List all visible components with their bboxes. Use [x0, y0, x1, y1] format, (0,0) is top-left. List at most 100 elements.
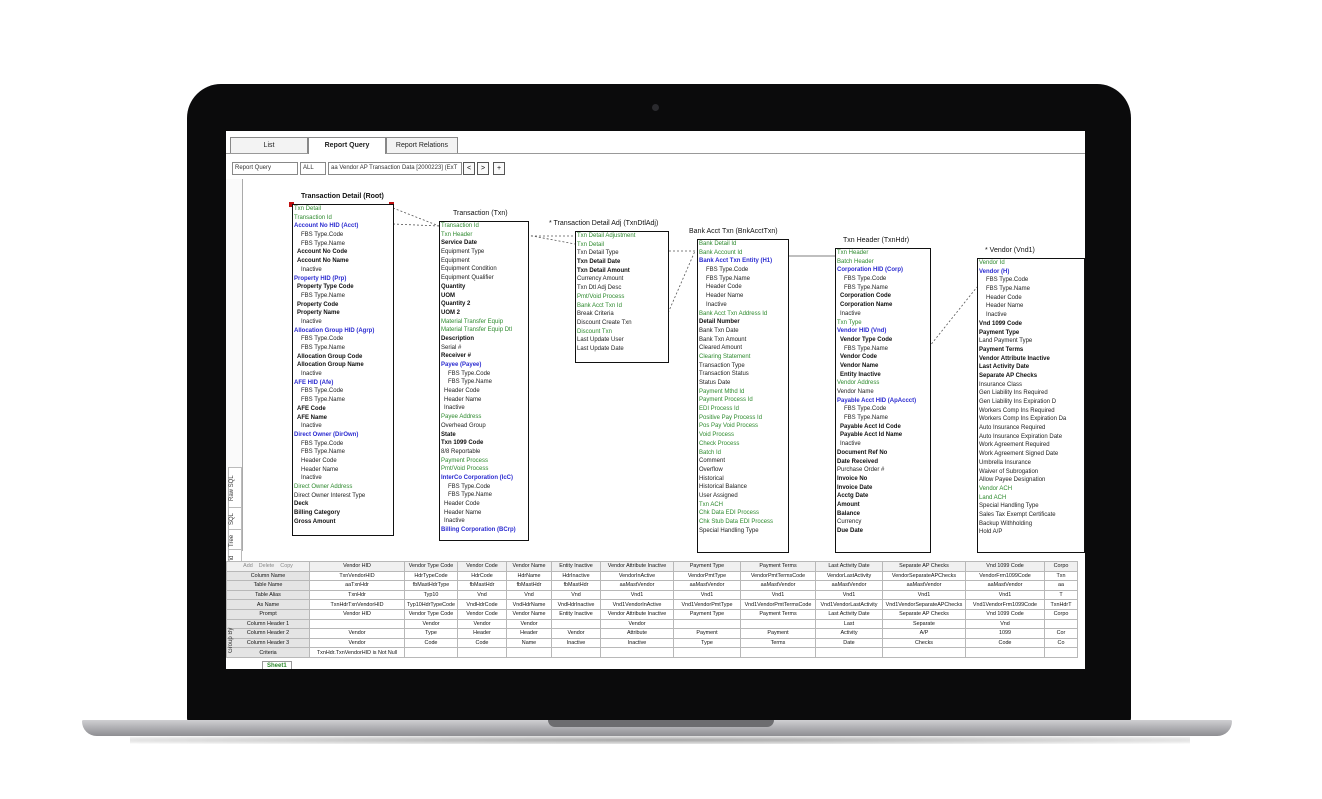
grid-cell[interactable]: Vendor	[404, 618, 458, 630]
entity-field[interactable]: Vendor Attribute Inactive	[978, 355, 1084, 364]
entity-field[interactable]: Gen Liability Ins Required	[978, 389, 1084, 398]
grid-cell[interactable]: Terms	[740, 637, 816, 649]
entity-field[interactable]: Vendor (H)	[978, 268, 1084, 277]
entity-field[interactable]: Payment Terms	[978, 346, 1084, 355]
entity-field[interactable]: Receiver #	[440, 352, 528, 361]
entity-field[interactable]: FBS Type.Code	[440, 370, 528, 379]
entity-field[interactable]: Hold A/P	[978, 528, 1084, 537]
grid-cell[interactable]: VendorSeparateAPChecks	[882, 570, 966, 582]
entity-field[interactable]: Insurance Class	[978, 381, 1084, 390]
grid-cell[interactable]: Vendor Code	[457, 608, 507, 620]
entity-field[interactable]: Header Code	[698, 283, 788, 292]
entity-field[interactable]: Pos Pay Void Process	[698, 422, 788, 431]
entity-field[interactable]: Comment	[698, 457, 788, 466]
entity-field[interactable]: Gross Amount	[293, 518, 393, 527]
grid-cell[interactable]: Separate	[882, 618, 966, 630]
entity-field[interactable]: Inactive	[440, 517, 528, 526]
entity-field[interactable]: Txn Type	[836, 319, 930, 328]
grid-cell[interactable]: A/P	[882, 628, 966, 639]
grid-cell[interactable]: VndHdrName	[506, 599, 552, 610]
grid-cell[interactable]	[815, 647, 883, 658]
entity-field[interactable]: AFE Name	[293, 414, 393, 423]
grid-cell[interactable]	[965, 647, 1045, 658]
entity-field[interactable]: Property Code	[293, 301, 393, 310]
entity-field[interactable]: Work Agreement Required	[978, 441, 1084, 450]
entity-field[interactable]: Allocation Group HID (Agrp)	[293, 327, 393, 336]
entity-field[interactable]: FBS Type.Name	[293, 292, 393, 301]
entity-field[interactable]: Txn Detail Amount	[576, 267, 668, 276]
grid-cell[interactable]: TxnHdrT	[1044, 599, 1078, 610]
grid-cell[interactable]: aaMastVendor	[882, 580, 966, 591]
grid-cell[interactable]: Vnd1	[600, 589, 674, 601]
grid-cell[interactable]: Inactive	[600, 637, 674, 649]
grid-cell[interactable]: Last Activity Date	[815, 608, 883, 620]
entity-field[interactable]: Property Name	[293, 309, 393, 318]
entity-field[interactable]: Auto Insurance Required	[978, 424, 1084, 433]
entity-field[interactable]: Payable Acct Id Name	[836, 431, 930, 440]
entity-field[interactable]: Inactive	[440, 404, 528, 413]
grid-cell[interactable]: fbMastHdrType	[404, 580, 458, 591]
entity-field[interactable]: Entity Inactive	[836, 371, 930, 380]
entity-field[interactable]: Header Name	[440, 509, 528, 518]
grid-cell[interactable]: Vnd1VendorSeparateAPChecks	[882, 599, 966, 610]
grid-cell[interactable]: Cor	[1044, 628, 1078, 639]
grid-column-header[interactable]: Separate AP Checks	[882, 561, 966, 572]
entity-field[interactable]: Historical	[698, 475, 788, 484]
entity-field[interactable]: Historical Balance	[698, 483, 788, 492]
entity-field[interactable]: Bank Acct Txn Id	[576, 302, 668, 311]
entity-field[interactable]: Inactive	[836, 440, 930, 449]
entity-field[interactable]: 8/8 Reportable	[440, 448, 528, 457]
entity-field[interactable]: Date Received	[836, 458, 930, 467]
entity-field[interactable]: FBS Type.Code	[836, 275, 930, 284]
entity-field[interactable]: Allow Payee Designation	[978, 476, 1084, 485]
entity-field[interactable]: FBS Type.Code	[293, 387, 393, 396]
entity-field[interactable]: Account No Name	[293, 257, 393, 266]
entity-field[interactable]: Billing Category	[293, 509, 393, 518]
grid-cell[interactable]	[404, 647, 458, 658]
prev-button[interactable]: <	[463, 162, 475, 175]
entity-field[interactable]: Allocation Group Name	[293, 361, 393, 370]
grid-cell[interactable]: aaMastVendor	[965, 580, 1045, 591]
entity-field[interactable]: Vendor Address	[836, 379, 930, 388]
side-tab-sql[interactable]: SQL	[228, 507, 242, 531]
grid-cell[interactable]: Code	[965, 637, 1045, 649]
grid-cell[interactable]: Vnd	[457, 589, 507, 601]
entity-field[interactable]: Allocation Group Code	[293, 353, 393, 362]
entity-field[interactable]: Vendor Name	[836, 362, 930, 371]
entity-field[interactable]: FBS Type.Code	[978, 276, 1084, 285]
grid-cell[interactable]: Name	[506, 637, 552, 649]
grid-cell[interactable]: Vnd1VendorPmtType	[673, 599, 741, 610]
entity-field[interactable]: UOM	[440, 292, 528, 301]
grid-column-header[interactable]: Vendor HID	[309, 561, 405, 572]
entity-field[interactable]: Vnd 1099 Code	[978, 320, 1084, 329]
entity-field[interactable]: Txn ACH	[698, 501, 788, 510]
entity-field[interactable]: Payee Address	[440, 413, 528, 422]
entity-field[interactable]: Land Payment Type	[978, 337, 1084, 346]
entity-field[interactable]: Transaction Id	[293, 214, 393, 223]
entity-field[interactable]: Property HID (Prp)	[293, 275, 393, 284]
grid-cell[interactable]: Type	[673, 637, 741, 649]
entity-field[interactable]: Header Code	[293, 457, 393, 466]
grid-cell[interactable]: Vnd1	[882, 589, 966, 601]
entity-field[interactable]: Batch Header	[836, 258, 930, 267]
entity-field[interactable]: Deck	[293, 500, 393, 509]
entity-field[interactable]: Service Date	[440, 239, 528, 248]
entity-field[interactable]: Description	[440, 335, 528, 344]
entity-field[interactable]: FBS Type.Name	[836, 284, 930, 293]
grid-cell[interactable]: Vnd1VendorInActive	[600, 599, 674, 610]
grid-cell[interactable]: HdrTypeCode	[404, 570, 458, 582]
entity-field[interactable]: Amount	[836, 501, 930, 510]
entity-field[interactable]: Currency	[836, 518, 930, 527]
grid-cell[interactable]	[457, 647, 507, 658]
grid-cell[interactable]: Activity	[815, 628, 883, 639]
grid-cell[interactable]: Vendor	[506, 618, 552, 630]
entity-field[interactable]: FBS Type.Code	[293, 231, 393, 240]
entity-field[interactable]: Umbrella Insurance	[978, 459, 1084, 468]
entity-field[interactable]: FBS Type.Code	[836, 405, 930, 414]
entity-field[interactable]: Purchase Order #	[836, 466, 930, 475]
grid-add-button[interactable]: Add	[243, 563, 253, 569]
entity-field[interactable]: Vendor Code	[836, 353, 930, 362]
grid-column-header[interactable]: Vendor Attribute Inactive	[600, 561, 674, 572]
grid-cell[interactable]: Vnd1VendorFrm1099Code	[965, 599, 1045, 610]
entity-field[interactable]: Header Name	[440, 396, 528, 405]
